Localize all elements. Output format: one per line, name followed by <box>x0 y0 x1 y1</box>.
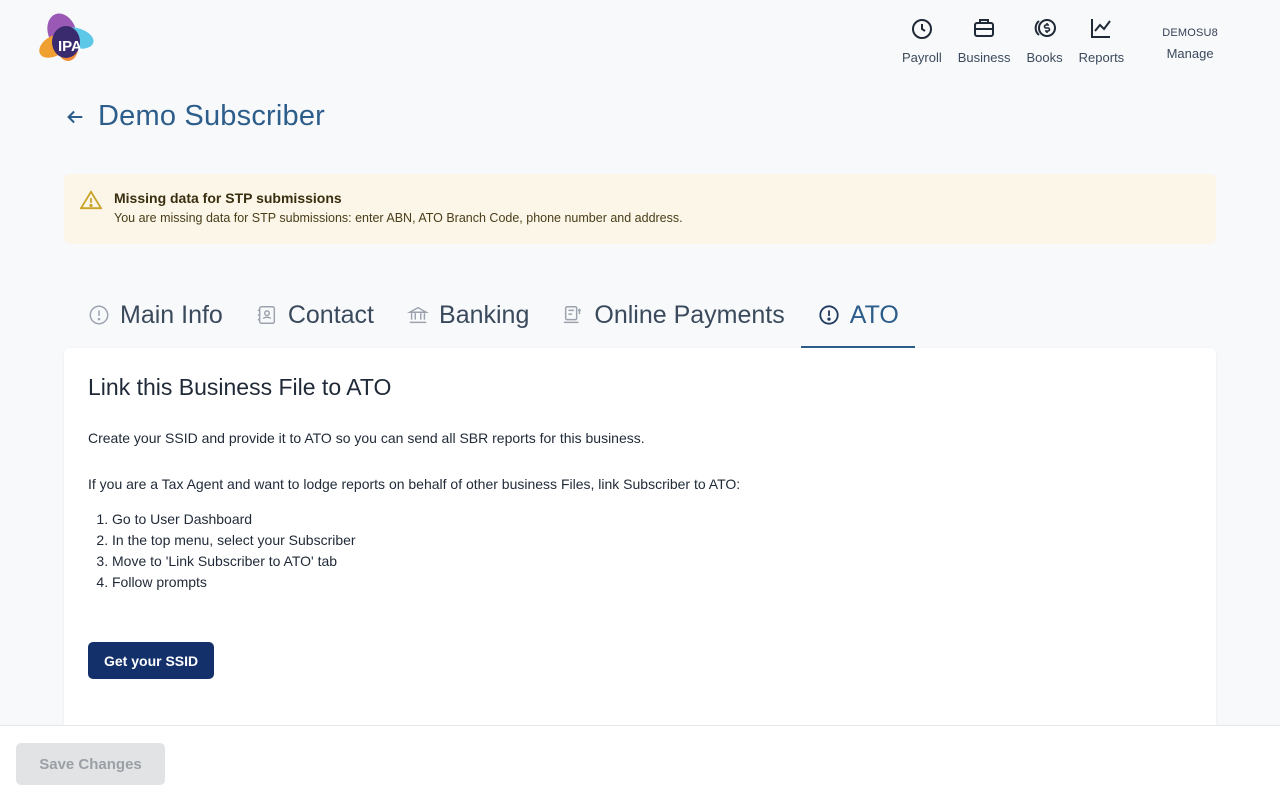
page-header: Demo Subscriber <box>64 100 325 133</box>
tab-banking-label: Banking <box>439 300 530 329</box>
alert-message: You are missing data for STP submissions… <box>114 211 683 225</box>
get-ssid-button[interactable]: Get your SSID <box>88 642 215 679</box>
tab-ato-label: ATO <box>849 300 899 329</box>
tab-contact[interactable]: Contact <box>239 282 390 348</box>
tab-ato[interactable]: ATO <box>800 282 915 348</box>
tab-main-info[interactable]: Main Info <box>64 282 239 348</box>
logo-text: IPA <box>58 38 82 55</box>
nav-business-label: Business <box>957 50 1011 65</box>
footer-bar: Save Changes <box>0 725 1280 800</box>
clock-icon <box>911 19 932 39</box>
list-item: In the top menu, select your Subscriber <box>112 530 1192 551</box>
nav-books-label: Books <box>1026 50 1063 65</box>
nav-manage[interactable]: DEMOSU8 Manage <box>1154 16 1226 65</box>
ato-agent-text: If you are a Tax Agent and want to lodge… <box>88 476 741 492</box>
ato-heading: Link this Business File to ATO <box>88 374 392 400</box>
top-navigation: Payroll Business Books Reports DEMOSU8 M… <box>894 16 1226 65</box>
page-title: Demo Subscriber <box>98 100 326 132</box>
tab-contact-label: Contact <box>287 300 375 329</box>
settings-tabs: Main Info Contact Banking Online Payment… <box>64 282 915 348</box>
nav-books[interactable]: Books <box>1019 16 1071 65</box>
tab-online-payments-label: Online Payments <box>594 300 785 329</box>
back-arrow-icon[interactable] <box>64 106 86 128</box>
tab-banking[interactable]: Banking <box>390 282 545 348</box>
warning-triangle-icon <box>80 190 102 210</box>
app-logo[interactable]: IPA <box>36 12 96 64</box>
nav-payroll[interactable]: Payroll <box>894 16 950 65</box>
nav-business[interactable]: Business <box>950 16 1019 65</box>
nav-reports[interactable]: Reports <box>1071 16 1133 65</box>
missing-data-alert: Missing data for STP submissions You are… <box>64 174 1216 244</box>
tab-main-info-label: Main Info <box>120 300 223 329</box>
tab-online-payments[interactable]: Online Payments <box>545 282 800 348</box>
list-item: Follow prompts <box>112 572 1192 593</box>
ato-steps-list: Go to User Dashboard In the top menu, se… <box>112 509 1192 593</box>
save-changes-button[interactable]: Save Changes <box>16 743 165 785</box>
nav-payroll-label: Payroll <box>902 50 942 65</box>
subscriber-code: DEMOSU8 <box>1162 27 1218 39</box>
nav-manage-label: Manage <box>1166 46 1214 61</box>
contact-card-icon <box>257 306 275 324</box>
briefcase-icon <box>974 19 995 37</box>
list-item: Go to User Dashboard <box>112 509 1192 530</box>
ato-intro: Create your SSID and provide it to ATO s… <box>88 430 645 446</box>
coin-dollar-icon <box>1034 19 1056 37</box>
ato-panel: Link this Business File to ATO Create yo… <box>64 348 1216 728</box>
payment-terminal-icon <box>564 306 582 324</box>
line-chart-icon <box>1091 19 1112 38</box>
list-item: Move to 'Link Subscriber to ATO' tab <box>112 551 1192 572</box>
alert-title: Missing data for STP submissions <box>114 190 342 206</box>
nav-reports-label: Reports <box>1078 50 1125 65</box>
alert-circle-icon <box>819 305 839 325</box>
info-circle-icon <box>89 305 109 325</box>
bank-icon <box>407 306 430 324</box>
